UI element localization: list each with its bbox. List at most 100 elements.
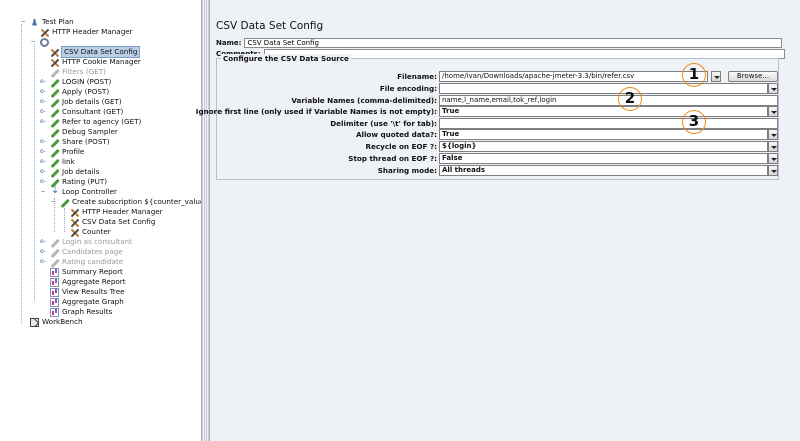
tree-item-link[interactable]: o- link bbox=[40, 157, 75, 167]
file-encoding-dropdown-button[interactable] bbox=[768, 83, 778, 94]
delimiter-label: Delimiter (use '\t' for tab): bbox=[330, 119, 437, 128]
tree-item-label: Consultant (GET) bbox=[62, 107, 124, 116]
section-title: Configure the CSV Data Source bbox=[221, 54, 351, 63]
tree-item-view-results-tree[interactable]: View Results Tree bbox=[50, 287, 125, 297]
tree-item-profile[interactable]: o- Profile bbox=[40, 147, 84, 157]
tree-item-aggregate-graph[interactable]: Aggregate Graph bbox=[50, 297, 124, 307]
tree-item-debug-sampler[interactable]: Debug Sampler bbox=[50, 127, 118, 137]
tree-item-label: Job details (GET) bbox=[62, 97, 122, 106]
tree-item-login-post[interactable]: o- LOGIN (POST) bbox=[40, 77, 111, 87]
tree-item-loop-controller[interactable]: − Loop Controller bbox=[38, 186, 116, 197]
recycle-on-eof-combo[interactable]: ${login} bbox=[439, 141, 768, 152]
tree-item-refer-to-agency-get[interactable]: o- Refer to agency (GET) bbox=[40, 117, 141, 127]
wrench-icon bbox=[50, 58, 59, 67]
expand-toggle-icon[interactable]: o- bbox=[38, 247, 48, 257]
filename-dropdown-button[interactable] bbox=[711, 71, 721, 82]
sampler-pen-icon bbox=[50, 158, 59, 167]
tree-item-label: LOGIN (POST) bbox=[62, 77, 112, 86]
tree-item-job-details[interactable]: o- Job details bbox=[40, 167, 99, 177]
expand-toggle-icon[interactable]: o- bbox=[38, 237, 48, 247]
tree-item-label: Aggregate Graph bbox=[62, 297, 124, 306]
expand-toggle-icon[interactable]: o- bbox=[38, 77, 48, 87]
sampler-pen-icon bbox=[60, 198, 69, 207]
expand-toggle-icon[interactable]: o- bbox=[38, 87, 48, 97]
allow-quoted-combo[interactable]: True bbox=[439, 129, 768, 140]
listener-chart-icon bbox=[50, 307, 59, 317]
expand-toggle-icon[interactable]: o- bbox=[38, 157, 48, 167]
sharing-mode-label: Sharing mode: bbox=[377, 166, 437, 175]
loop-controller-icon bbox=[50, 186, 59, 197]
tree-item-label: link bbox=[62, 157, 75, 166]
expand-toggle-icon[interactable]: o- bbox=[38, 177, 48, 187]
name-field[interactable] bbox=[244, 37, 783, 48]
tree-item-apply-post[interactable]: o- Apply (POST) bbox=[40, 87, 109, 97]
stop-thread-combo[interactable]: False bbox=[439, 153, 768, 164]
ignore-first-line-combo[interactable]: True bbox=[439, 106, 768, 117]
expand-toggle-icon[interactable]: o- bbox=[38, 117, 48, 127]
thread-group-gear-icon bbox=[40, 37, 49, 47]
tree-item-http-header-manager-nested[interactable]: HTTP Header Manager bbox=[70, 207, 163, 217]
expand-toggle-icon[interactable]: o- bbox=[38, 167, 48, 177]
browse-button[interactable]: Browse... bbox=[728, 71, 778, 82]
tree-item-label: Candidates page bbox=[62, 247, 123, 256]
collapse-toggle-icon[interactable]: − bbox=[38, 187, 48, 197]
collapse-toggle-icon[interactable]: − bbox=[18, 17, 28, 27]
expand-toggle-icon[interactable]: o- bbox=[38, 97, 48, 107]
tree-item-counter[interactable]: Counter bbox=[70, 227, 111, 237]
tree-item-create-subscription[interactable]: − Create subscription ${counter_value} bbox=[48, 197, 209, 207]
delimiter-field[interactable] bbox=[439, 118, 778, 129]
tree-item-label: Refer to agency (GET) bbox=[62, 117, 142, 126]
sampler-pen-icon bbox=[50, 78, 59, 87]
sampler-pen-icon bbox=[50, 128, 59, 137]
tree-item-consultant-get[interactable]: o- Consultant (GET) bbox=[40, 107, 123, 117]
sampler-pen-icon bbox=[50, 238, 59, 247]
tree-item-rating-candidate[interactable]: o- Rating candidate bbox=[40, 257, 123, 267]
page-title: CSV Data Set Config bbox=[216, 20, 324, 32]
tree-item-label: Create subscription ${counter_value} bbox=[72, 197, 209, 206]
expand-toggle-icon[interactable]: o- bbox=[38, 137, 48, 147]
tree-item-http-cookie-manager[interactable]: HTTP Cookie Manager bbox=[50, 57, 141, 67]
tree-item-login-as-consultant[interactable]: o- Login as consultant bbox=[40, 237, 132, 247]
recycle-on-eof-dropdown-button[interactable] bbox=[768, 141, 778, 152]
file-encoding-combo[interactable] bbox=[439, 83, 768, 94]
tree-item-label: HTTP Header Manager bbox=[82, 207, 163, 216]
collapse-toggle-icon[interactable]: − bbox=[28, 37, 38, 47]
listener-chart-icon bbox=[50, 297, 59, 307]
allow-quoted-dropdown-button[interactable] bbox=[768, 129, 778, 140]
tree-item-csv-data-set-config-nested[interactable]: CSV Data Set Config bbox=[70, 217, 155, 227]
tree-item-thread-group[interactable]: − bbox=[30, 37, 52, 47]
tree-item-http-header-manager[interactable]: HTTP Header Manager bbox=[40, 27, 133, 37]
tree-item-summary-report[interactable]: Summary Report bbox=[50, 267, 123, 277]
ignore-first-line-dropdown-button[interactable] bbox=[768, 106, 778, 117]
allow-quoted-label: Allow quoted data?: bbox=[355, 130, 437, 139]
tree-item-share-post[interactable]: o- Share (POST) bbox=[40, 137, 110, 147]
tree-item-filters-get[interactable]: Filters (GET) bbox=[50, 67, 106, 77]
config-panel: CSV Data Set Config Name: Comments: Conf… bbox=[196, 0, 800, 441]
sharing-mode-dropdown-button[interactable] bbox=[768, 165, 778, 176]
variable-names-field[interactable]: name,l_name,email,tok_ref,login bbox=[439, 95, 778, 106]
tree-item-workbench[interactable]: WorkBench bbox=[30, 317, 83, 327]
flask-icon bbox=[30, 18, 39, 27]
tree-item-aggregate-report[interactable]: Aggregate Report bbox=[50, 277, 126, 287]
wrench-icon bbox=[70, 218, 79, 227]
tree-item-candidates-page[interactable]: o- Candidates page bbox=[40, 247, 123, 257]
collapse-toggle-icon[interactable]: − bbox=[48, 197, 58, 207]
expand-toggle-icon[interactable]: o- bbox=[38, 147, 48, 157]
stop-thread-dropdown-button[interactable] bbox=[768, 153, 778, 164]
tree-item-label: CSV Data Set Config bbox=[82, 217, 156, 226]
sampler-pen-icon bbox=[50, 108, 59, 117]
tree-item-label: WorkBench bbox=[42, 317, 83, 326]
expand-toggle-icon[interactable]: o- bbox=[38, 257, 48, 267]
sharing-mode-combo[interactable]: All threads bbox=[439, 165, 768, 176]
expand-toggle-icon[interactable]: o- bbox=[38, 107, 48, 117]
tree-item-test-plan[interactable]: − Test Plan bbox=[18, 17, 73, 27]
filename-combo[interactable]: /home/ivan/Downloads/apache-jmeter-3.3/b… bbox=[439, 71, 708, 82]
tree-item-graph-results[interactable]: Graph Results bbox=[50, 307, 112, 317]
tree-item-job-details-get[interactable]: o- Job details (GET) bbox=[40, 97, 122, 107]
variable-names-label: Variable Names (comma-delimited): bbox=[291, 96, 437, 105]
tree-item-label: Profile bbox=[62, 147, 85, 156]
tree-item-label: Filters (GET) bbox=[62, 67, 106, 76]
tree-item-csv-data-set-config[interactable]: CSV Data Set Config bbox=[50, 46, 141, 58]
sampler-pen-icon bbox=[50, 258, 59, 267]
split-pane-divider[interactable] bbox=[201, 0, 210, 441]
